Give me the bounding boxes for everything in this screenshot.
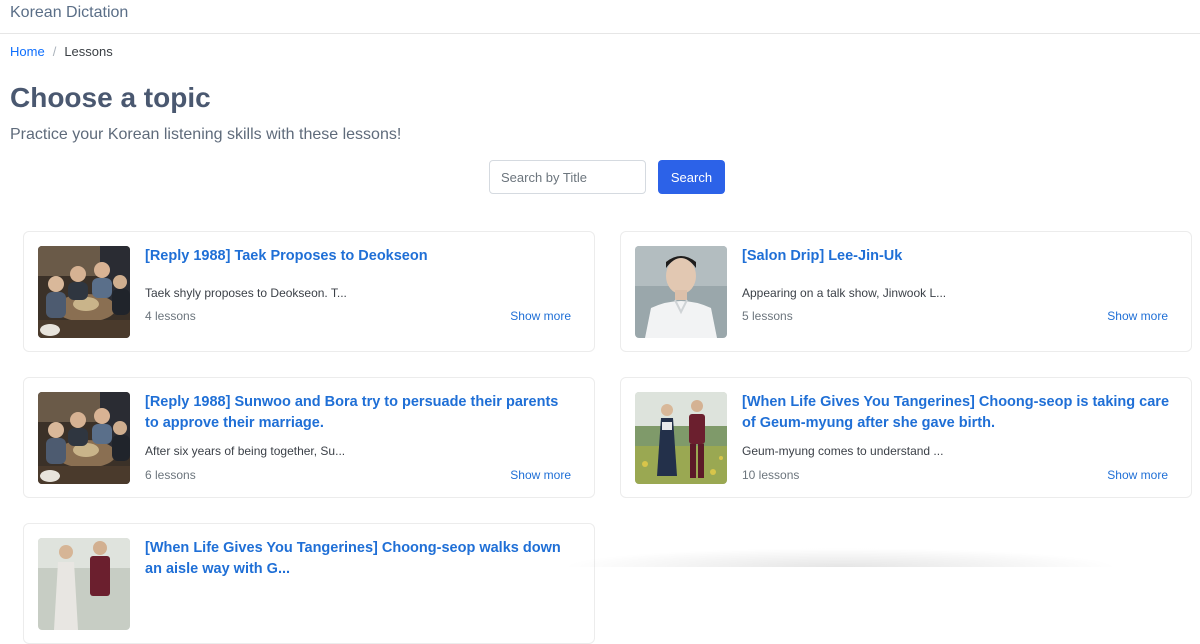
photo-group-dinner-icon xyxy=(38,392,130,484)
lesson-thumbnail[interactable] xyxy=(38,392,130,484)
breadcrumb: Home / Lessons xyxy=(10,44,113,60)
lesson-title-link[interactable]: [When Life Gives You Tangerines] Choong-… xyxy=(742,392,1172,434)
lesson-description: After six years of being together, Su... xyxy=(145,444,346,458)
lesson-count: 4 lessons xyxy=(145,309,196,323)
scroll-shadow xyxy=(560,548,1120,567)
show-more-link[interactable]: Show more xyxy=(510,467,571,483)
photo-couple-field-icon xyxy=(635,392,727,484)
photo-couple-aisle-icon xyxy=(38,538,130,630)
lesson-description: Taek shyly proposes to Deokseon. T... xyxy=(145,286,347,300)
lesson-title-link[interactable]: [Reply 1988] Sunwoo and Bora try to pers… xyxy=(145,392,575,434)
lesson-count: 5 lessons xyxy=(742,309,793,323)
search-button[interactable]: Search xyxy=(658,160,725,194)
lesson-description: Appearing on a talk show, Jinwook L... xyxy=(742,286,947,300)
photo-portrait-man-icon xyxy=(635,246,727,338)
lesson-description: Geum-myung comes to understand ... xyxy=(742,444,944,458)
lesson-card: [Salon Drip] Lee-Jin-Uk Appearing on a t… xyxy=(620,231,1192,352)
lesson-card: [When Life Gives You Tangerines] Choong-… xyxy=(620,377,1192,498)
page-title: Choose a topic xyxy=(10,82,211,113)
lesson-thumbnail[interactable] xyxy=(635,392,727,484)
lesson-title-link[interactable]: [Reply 1988] Taek Proposes to Deokseon xyxy=(145,246,575,267)
lesson-title-link[interactable]: [When Life Gives You Tangerines] Choong-… xyxy=(145,538,575,580)
brand-link[interactable]: Korean Dictation xyxy=(10,3,128,23)
top-navbar: Korean Dictation xyxy=(0,0,1200,34)
lesson-count: 10 lessons xyxy=(742,468,800,482)
breadcrumb-current: Lessons xyxy=(64,44,113,59)
lesson-card: [When Life Gives You Tangerines] Choong-… xyxy=(23,523,595,644)
lesson-card: [Reply 1988] Sunwoo and Bora try to pers… xyxy=(23,377,595,498)
lesson-thumbnail[interactable] xyxy=(38,538,130,630)
lesson-count: 6 lessons xyxy=(145,468,196,482)
show-more-link[interactable]: Show more xyxy=(1107,308,1168,324)
lesson-title-link[interactable]: [Salon Drip] Lee-Jin-Uk xyxy=(742,246,1172,267)
page-subtitle: Practice your Korean listening skills wi… xyxy=(10,126,402,143)
lesson-card: [Reply 1988] Taek Proposes to Deokseon T… xyxy=(23,231,595,352)
lesson-thumbnail[interactable] xyxy=(38,246,130,338)
lesson-thumbnail[interactable] xyxy=(635,246,727,338)
show-more-link[interactable]: Show more xyxy=(1107,467,1168,483)
breadcrumb-home-link[interactable]: Home xyxy=(10,44,45,60)
breadcrumb-separator: / xyxy=(52,44,57,59)
show-more-link[interactable]: Show more xyxy=(510,308,571,324)
photo-group-dinner-icon xyxy=(38,246,130,338)
search-input[interactable] xyxy=(489,160,646,194)
